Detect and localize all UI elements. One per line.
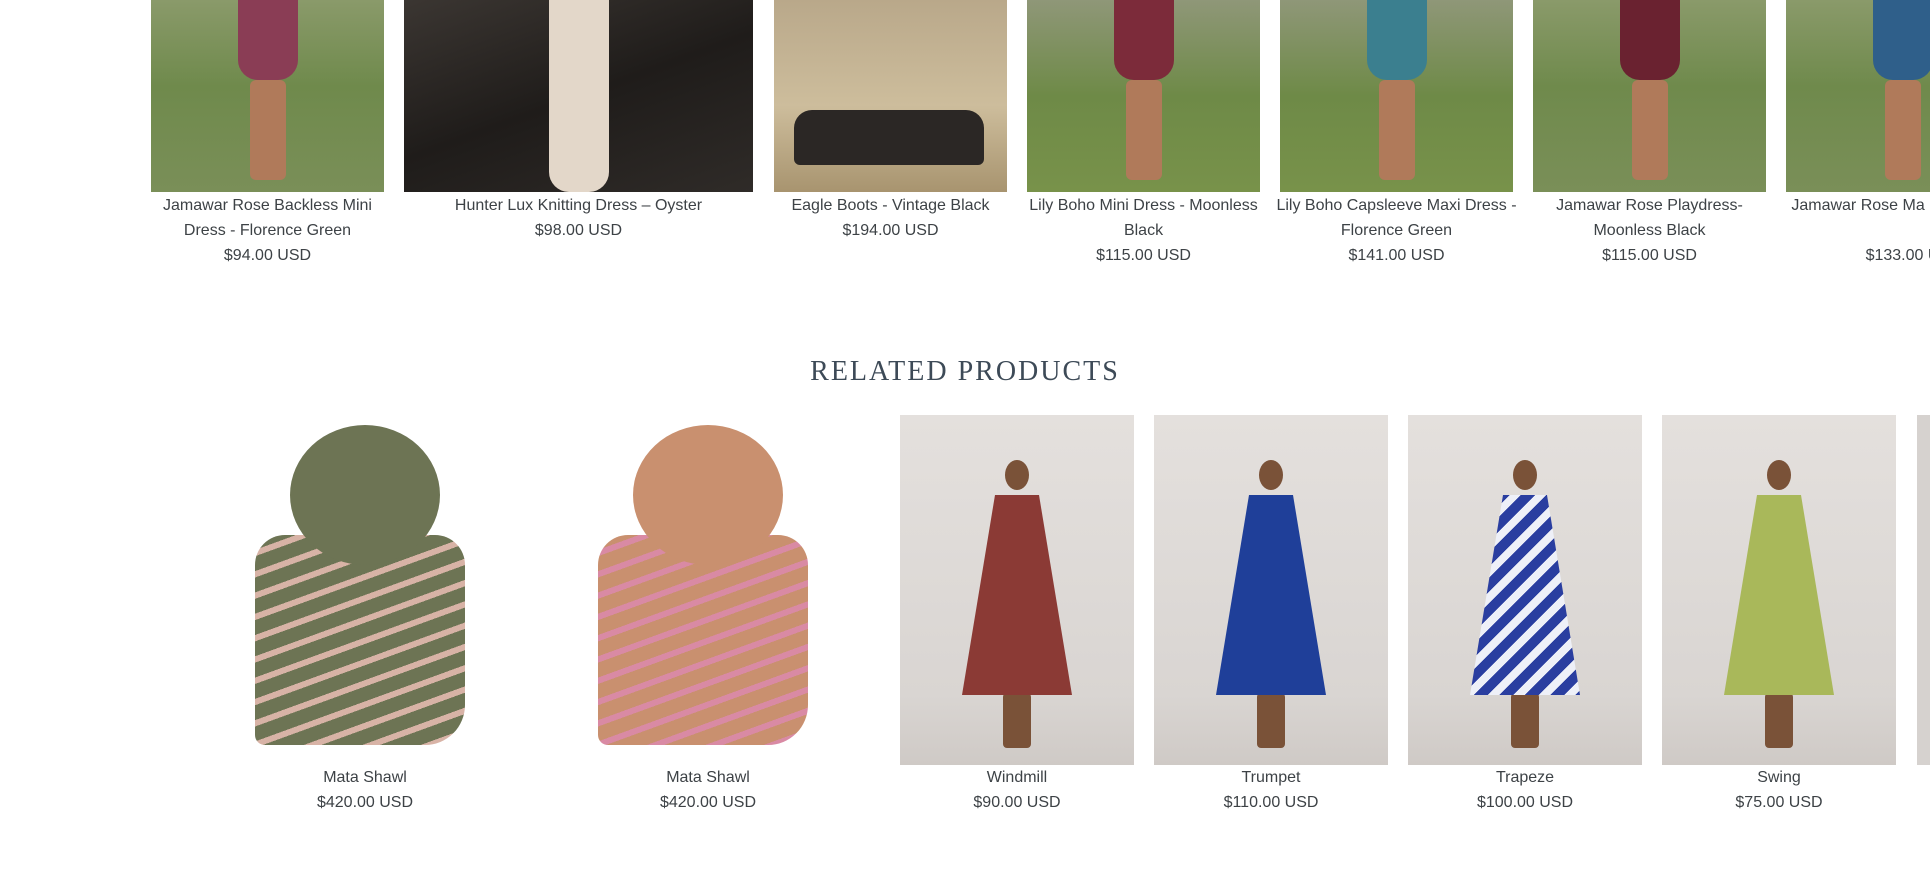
model-head [1767, 460, 1791, 490]
product-name[interactable]: Lily Boho Capsleeve Maxi Dress - Florenc… [1270, 193, 1523, 243]
related-product-card[interactable]: Windmill $90.00 USD [900, 415, 1134, 815]
product-image[interactable] [151, 0, 384, 192]
product-card[interactable]: Hunter Lux Knitting Dress – Oyster $98.00… [404, 0, 753, 270]
product-name[interactable]: Jamawar Rose Ma Florence Gr [1776, 193, 1930, 218]
product-card-partial[interactable] [1917, 415, 1930, 765]
product-card[interactable]: Jamawar Rose Ma Florence Gr$133.00 U [1786, 0, 1930, 270]
product-image[interactable] [404, 0, 753, 192]
product-card[interactable]: Lily Boho Mini Dress - Moonless Black $11… [1027, 0, 1260, 270]
product-image[interactable] [774, 0, 1007, 192]
product-name[interactable]: Swing [1652, 765, 1906, 790]
product-image[interactable] [1027, 0, 1260, 192]
model-legs [1631, 80, 1668, 180]
product-price: $115.00 USD [1096, 247, 1191, 264]
related-product-card[interactable]: Trapeze $100.00 USD [1408, 415, 1642, 815]
shawl-drape [255, 535, 465, 745]
shawl-drape [598, 535, 808, 745]
dress [1724, 495, 1834, 695]
model-legs [1511, 693, 1539, 748]
product-name[interactable]: Mata Shawl [205, 765, 525, 790]
product-image[interactable] [1280, 0, 1513, 192]
product-name[interactable]: Windmill [890, 765, 1144, 790]
model-legs [1378, 80, 1415, 180]
model-figure [1366, 0, 1427, 80]
product-card[interactable]: Jamawar Rose Backless Mini Dress - Flore… [151, 0, 384, 270]
model-figure [548, 0, 609, 192]
product-image[interactable] [900, 415, 1134, 765]
model-legs [1884, 80, 1921, 180]
product-image[interactable] [1662, 415, 1896, 765]
product-name[interactable]: Hunter Lux Knitting Dress – Oyster [394, 193, 763, 218]
product-price: $100.00 USD [1476, 794, 1574, 811]
product-price: $90.00 USD [973, 794, 1061, 811]
related-product-card[interactable]: Trumpet $110.00 USD [1154, 415, 1388, 815]
product-name[interactable]: Lily Boho Mini Dress - Moonless Black [1017, 193, 1270, 243]
product-name[interactable]: Trumpet [1144, 765, 1398, 790]
model-figure [794, 110, 984, 165]
product-price: $115.00 USD [1602, 247, 1697, 264]
model-legs [1003, 693, 1031, 748]
product-card[interactable]: Eagle Boots - Vintage Black $194.00 USD [774, 0, 1007, 270]
product-price: $94.00 USD [223, 247, 312, 264]
product-price: $141.00 USD [1348, 247, 1445, 264]
dress [1470, 495, 1580, 695]
product-image[interactable] [1533, 0, 1766, 192]
product-price: $98.00 USD [534, 222, 623, 239]
product-price: $110.00 USD [1223, 794, 1319, 811]
product-name[interactable]: Jamawar Rose Playdress- Moonless Black [1523, 193, 1776, 243]
product-name[interactable]: Mata Shawl [548, 765, 868, 790]
product-name[interactable]: Trapeze [1398, 765, 1652, 790]
dress [1216, 495, 1326, 695]
product-image[interactable] [558, 415, 858, 765]
product-price: $194.00 USD [842, 222, 939, 239]
model-legs [249, 80, 286, 180]
related-product-card[interactable]: Mata Shawl $420.00 USD [215, 415, 515, 815]
product-card[interactable]: Jamawar Rose Playdress- Moonless Black $1… [1533, 0, 1766, 270]
product-name[interactable]: Eagle Boots - Vintage Black [764, 193, 1017, 218]
product-price: $420.00 USD [316, 794, 414, 811]
product-image[interactable] [215, 415, 515, 765]
model-head [1513, 460, 1537, 490]
product-price: $133.00 U [1865, 247, 1930, 264]
product-name[interactable]: Jamawar Rose Backless Mini Dress - Flore… [141, 193, 394, 243]
model-head [1259, 460, 1283, 490]
model-legs [1257, 693, 1285, 748]
product-price: $75.00 USD [1735, 794, 1823, 811]
model-figure [1113, 0, 1174, 80]
related-product-card[interactable]: Swing $75.00 USD [1662, 415, 1896, 815]
product-card[interactable]: Lily Boho Capsleeve Maxi Dress - Florenc… [1276, 0, 1517, 270]
product-image[interactable] [1408, 415, 1642, 765]
model-head [1005, 460, 1029, 490]
model-figure [237, 0, 298, 80]
model-figure [1619, 0, 1680, 80]
shawl-knot [290, 425, 440, 565]
model-legs [1765, 693, 1793, 748]
model-figure [1872, 0, 1930, 80]
model-legs [1125, 80, 1162, 180]
related-products-heading: RELATED PRODUCTS [810, 356, 1120, 387]
related-product-card[interactable]: Mata Shawl $420.00 USD [558, 415, 858, 815]
product-image[interactable] [1154, 415, 1388, 765]
product-image[interactable] [1786, 0, 1930, 192]
dress [962, 495, 1072, 695]
product-price: $420.00 USD [659, 794, 757, 811]
shawl-knot [633, 425, 783, 565]
